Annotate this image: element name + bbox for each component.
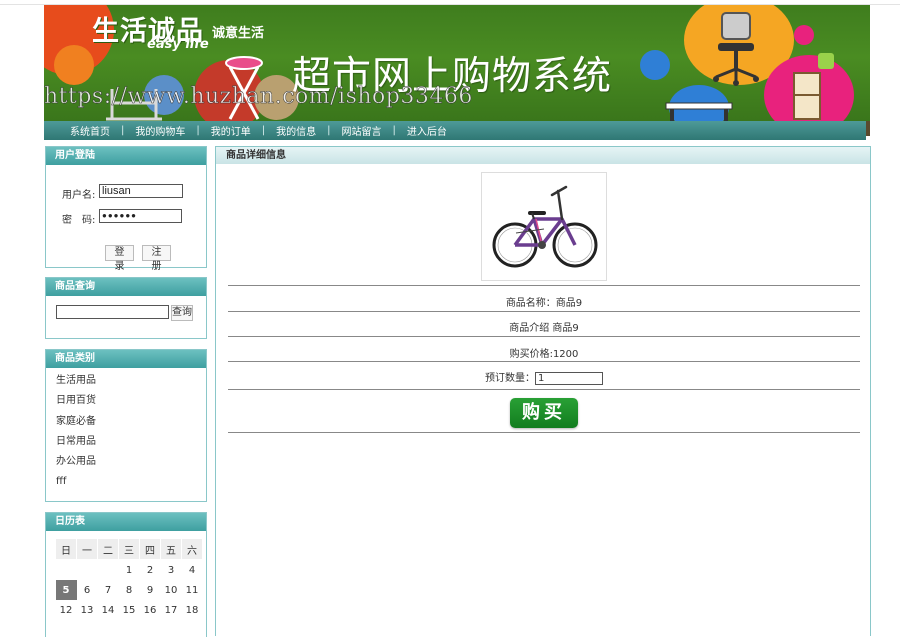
calendar-day[interactable]: 9 xyxy=(140,580,161,600)
divider xyxy=(228,361,860,362)
search-panel-title: 商品查询 xyxy=(46,278,206,296)
quantity-row: 预订数量： 1 xyxy=(228,369,860,385)
divider xyxy=(228,336,860,337)
search-input[interactable] xyxy=(56,305,169,319)
header-banner: 生活诚品 诚意生活 easy life 超市网上购物系统 https://www… xyxy=(44,5,870,121)
divider xyxy=(228,432,860,433)
calendar-day[interactable]: 11 xyxy=(182,580,203,600)
weekday-mon: 一 xyxy=(76,538,98,560)
category-item[interactable]: 日常用品 xyxy=(46,432,206,452)
calendar-day[interactable]: 17 xyxy=(161,600,182,620)
divider xyxy=(228,285,860,286)
category-panel-title: 商品类别 xyxy=(46,350,206,368)
nav-guestbook[interactable]: 网站留言 xyxy=(342,123,382,138)
nav-separator: | xyxy=(327,125,331,136)
nav-cart[interactable]: 我的购物车 xyxy=(135,123,185,138)
brand-subtitle: 诚意生活 xyxy=(212,26,265,41)
weekday-sat: 六 xyxy=(181,538,203,560)
product-intro: 商品介绍 商品9 xyxy=(509,323,579,334)
calendar-day[interactable]: 14 xyxy=(98,600,119,620)
calendar-weekday-row: 日 一 二 三 四 五 六 xyxy=(55,538,203,560)
category-item[interactable]: 生活用品 xyxy=(46,371,206,391)
calendar-panel-title: 日历表 xyxy=(46,513,206,531)
weekday-thu: 四 xyxy=(139,538,161,560)
product-detail-panel: 商品详细信息 商品名称：商品9 商品介绍 商品9 购买价格:1200 预订数量：… xyxy=(215,146,871,636)
calendar-day[interactable]: 8 xyxy=(119,580,140,600)
paint-splash-orange xyxy=(54,45,94,85)
buy-button[interactable]: 购买 xyxy=(510,398,578,428)
search-panel: 商品查询 查询 xyxy=(45,277,207,339)
nav-orders[interactable]: 我的订单 xyxy=(211,123,251,138)
calendar-day xyxy=(56,560,77,581)
nav-admin[interactable]: 进入后台 xyxy=(407,123,447,138)
nav-separator: | xyxy=(196,125,200,136)
product-name: 商品名称：商品9 xyxy=(505,298,583,309)
register-button[interactable]: 注 册 xyxy=(142,245,171,272)
calendar-week-row: 1 2 3 4 xyxy=(56,560,203,581)
calendar-day xyxy=(98,560,119,581)
calendar-day[interactable]: 2 xyxy=(140,560,161,581)
nav-endcap xyxy=(866,121,870,136)
office-chair-icon xyxy=(713,12,759,86)
weekday-tue: 二 xyxy=(97,538,119,560)
category-panel: 商品类别 生活用品 日用百货 家庭必备 日常用品 办公用品 fff xyxy=(45,349,207,502)
desk-icon xyxy=(665,102,733,121)
nav-separator: | xyxy=(121,125,125,136)
password-label: 密 码: xyxy=(62,215,96,226)
nav-separator: | xyxy=(261,125,266,136)
calendar-day[interactable]: 12 xyxy=(56,600,77,620)
calendar-week-row: 12 13 14 15 16 17 18 xyxy=(56,600,203,620)
calendar-day[interactable]: 16 xyxy=(140,600,161,620)
product-image xyxy=(481,172,607,281)
password-input[interactable]: ●●●●●● xyxy=(99,209,182,223)
calendar-grid: 日 一 二 三 四 五 六 1 2 3 4 5 6 7 8 9 10 11 12 xyxy=(55,538,203,620)
nav-my-info[interactable]: 我的信息 xyxy=(276,123,316,138)
nav-separator: | xyxy=(392,125,396,136)
calendar-day[interactable]: 18 xyxy=(182,600,203,620)
login-panel-title: 用户登陆 xyxy=(46,147,206,165)
calendar-day[interactable]: 1 xyxy=(119,560,140,581)
login-panel: 用户登陆 用户名: liusan 密 码: ●●●●●● 登 录 注 册 xyxy=(45,146,207,272)
cabinet-icon xyxy=(793,72,821,120)
weekday-sun: 日 xyxy=(55,538,77,560)
brand-english: easy life xyxy=(147,37,209,52)
username-label: 用户名: xyxy=(62,190,96,201)
weekday-fri: 五 xyxy=(160,538,182,560)
category-item[interactable]: 家庭必备 xyxy=(46,412,206,432)
lamp-icon xyxy=(818,53,834,69)
product-price: 购买价格:1200 xyxy=(509,349,579,360)
category-item[interactable]: fff xyxy=(46,472,206,492)
divider xyxy=(228,389,860,390)
search-button[interactable]: 查询 xyxy=(171,305,193,321)
calendar-day[interactable]: 4 xyxy=(182,560,203,581)
calendar-day[interactable]: 13 xyxy=(77,600,98,620)
main-nav: 系统首页 | 我的购物车 | 我的订单 | 我的信息 | 网站留言 | 进入后台 xyxy=(44,121,866,140)
paint-splash-pink-dot xyxy=(794,25,814,45)
quantity-label: 预订数量： xyxy=(485,373,535,384)
watermark-url: https://www.huzhan.com/ishop33466 xyxy=(44,84,473,110)
bicycle-icon xyxy=(492,185,598,268)
divider xyxy=(228,311,860,312)
calendar-day[interactable]: 3 xyxy=(161,560,182,581)
category-item[interactable]: 办公用品 xyxy=(46,452,206,472)
calendar-day xyxy=(77,560,98,581)
calendar-day[interactable]: 7 xyxy=(98,580,119,600)
quantity-input[interactable]: 1 xyxy=(535,371,603,385)
calendar-day[interactable]: 6 xyxy=(77,580,98,600)
calendar-day-today[interactable]: 5 xyxy=(55,580,77,600)
nav-home[interactable]: 系统首页 xyxy=(70,123,110,138)
calendar-day[interactable]: 15 xyxy=(119,600,140,620)
login-button[interactable]: 登 录 xyxy=(105,245,134,272)
username-input[interactable]: liusan xyxy=(99,184,183,198)
calendar-day[interactable]: 10 xyxy=(161,580,182,600)
product-detail-title: 商品详细信息 xyxy=(216,147,870,164)
paint-splash-blue-2 xyxy=(640,50,670,80)
calendar-week-row: 5 6 7 8 9 10 11 xyxy=(55,580,203,600)
category-item[interactable]: 日用百货 xyxy=(46,391,206,411)
calendar-panel: 日历表 日 一 二 三 四 五 六 1 2 3 4 5 6 7 8 9 10 1… xyxy=(45,512,207,637)
weekday-wed: 三 xyxy=(118,538,140,560)
